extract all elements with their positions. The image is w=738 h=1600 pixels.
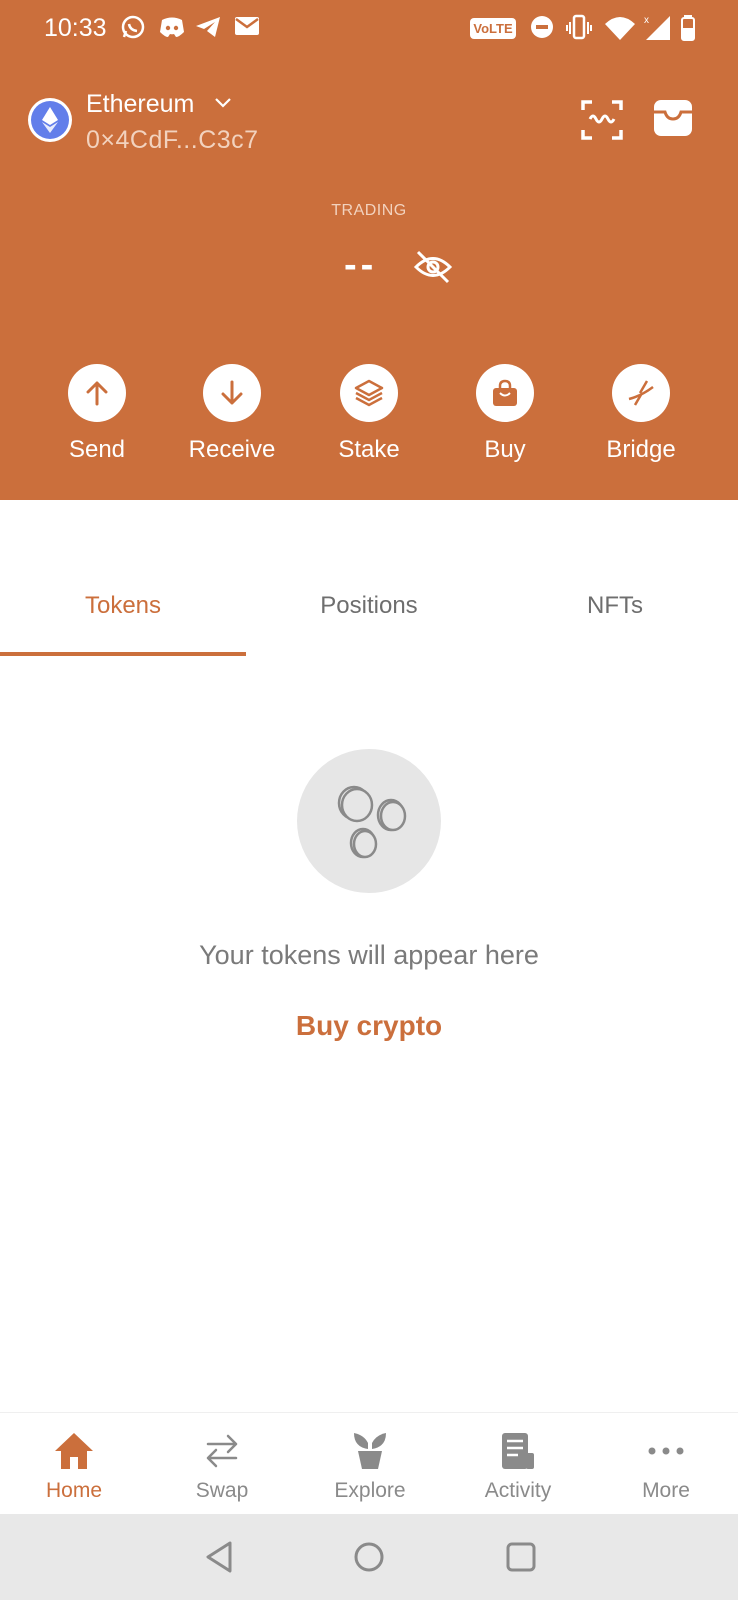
whatsapp-icon (120, 14, 146, 45)
arrow-down-icon (203, 364, 261, 422)
buy-action[interactable]: Buy (445, 364, 565, 474)
bottom-navigation: Home Swap Explore Activity More (0, 1412, 738, 1514)
swap-icon (200, 1429, 244, 1473)
tab-nfts[interactable]: NFTs (492, 560, 738, 656)
ethereum-logo (28, 98, 72, 142)
nav-home-label: Home (45, 1479, 103, 1502)
bridge-label: Bridge (606, 436, 676, 463)
send-action[interactable]: Send (37, 364, 157, 474)
nav-swap-label: Swap (195, 1479, 249, 1502)
battery-icon (680, 14, 696, 47)
nav-swap[interactable]: Swap (148, 1413, 296, 1515)
stake-label: Stake (338, 436, 400, 463)
chevron-down-icon (212, 92, 234, 119)
wifi-icon (604, 14, 636, 47)
balance-value: -- (344, 244, 378, 286)
signal-icon: x (644, 14, 672, 47)
asset-tabs: Tokens Positions NFTs (0, 560, 738, 656)
plant-icon (348, 1429, 392, 1473)
home-icon (52, 1429, 96, 1473)
home-button-icon[interactable] (352, 1540, 386, 1579)
mail-icon (234, 14, 260, 43)
empty-state-message: Your tokens will appear here (199, 940, 539, 970)
status-bar: 10:33 VoLTE x (0, 0, 738, 56)
telegram-icon (194, 14, 222, 45)
nav-home[interactable]: Home (0, 1413, 148, 1515)
svg-text:x: x (644, 15, 649, 26)
nav-activity[interactable]: Activity (444, 1413, 592, 1515)
volte-badge: VoLTE (470, 18, 516, 39)
nav-explore-label: Explore (334, 1479, 406, 1502)
tab-positions[interactable]: Positions (246, 560, 492, 656)
eye-off-icon[interactable] (412, 248, 454, 291)
layers-icon (340, 364, 398, 422)
nav-activity-label: Activity (484, 1479, 552, 1502)
back-icon[interactable] (204, 1540, 236, 1579)
receive-action[interactable]: Receive (172, 364, 292, 474)
discord-icon (158, 14, 186, 45)
send-label: Send (68, 436, 126, 463)
nav-explore[interactable]: Explore (296, 1413, 444, 1515)
vibrate-icon (566, 14, 592, 47)
receipt-icon (496, 1429, 540, 1473)
shopping-bag-icon (476, 364, 534, 422)
bridge-icon (612, 364, 670, 422)
inbox-icon[interactable] (652, 98, 694, 145)
buy-label: Buy (484, 436, 526, 463)
arrow-up-icon (68, 364, 126, 422)
status-time: 10:33 (44, 14, 107, 42)
bridge-action[interactable]: Bridge (581, 364, 701, 474)
wallet-header: 10:33 VoLTE x Ethereum 0×4CdF...C3c7 TRA… (0, 0, 738, 500)
stake-action[interactable]: Stake (309, 364, 429, 474)
active-tab-indicator (0, 652, 246, 656)
balance-label: TRADING (331, 202, 407, 219)
coins-icon (297, 749, 441, 893)
nav-more-label: More (642, 1479, 690, 1502)
receive-label: Receive (188, 436, 276, 463)
network-name: Ethereum (86, 90, 195, 118)
tab-tokens[interactable]: Tokens (0, 560, 246, 656)
account-selector[interactable]: Ethereum 0×4CdF...C3c7 (28, 86, 428, 156)
wallet-address: 0×4CdF...C3c7 (86, 126, 259, 154)
dnd-icon (530, 14, 554, 45)
system-navigation-bar (0, 1514, 738, 1600)
more-dots-icon (644, 1429, 688, 1473)
recents-icon[interactable] (504, 1540, 538, 1579)
buy-crypto-link[interactable]: Buy crypto (0, 1010, 738, 1042)
scan-icon[interactable] (580, 98, 624, 147)
nav-more[interactable]: More (592, 1413, 738, 1515)
